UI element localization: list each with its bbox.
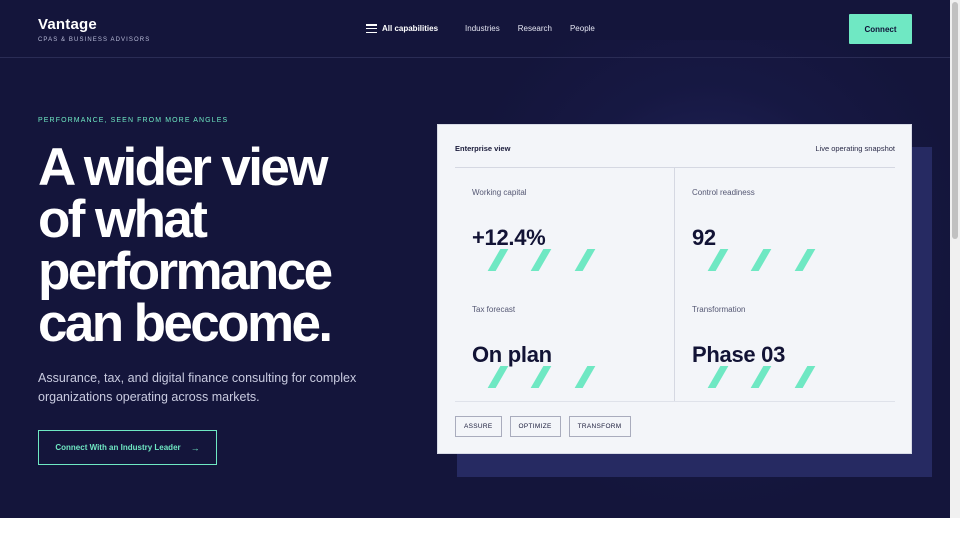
- metric-tax-forecast: Tax forecast On plan: [472, 305, 682, 415]
- chip-assure[interactable]: ASSURE: [455, 416, 502, 437]
- metric-label: Transformation: [692, 305, 746, 314]
- site-header: Vantage CPAS & BUSINESS ADVISORS All cap…: [0, 0, 950, 58]
- capability-chips: ASSURE OPTIMIZE TRANSFORM: [455, 416, 639, 437]
- metric-value: +12.4%: [472, 225, 546, 250]
- brand-name: Vantage: [38, 16, 97, 33]
- metric-label: Tax forecast: [472, 305, 516, 314]
- metric-value: On plan: [472, 342, 552, 367]
- page: Vantage CPAS & BUSINESS ADVISORS All cap…: [0, 0, 950, 518]
- headline-line: can become.: [38, 294, 333, 353]
- chip-optimize[interactable]: OPTIMIZE: [509, 416, 561, 437]
- hero-headline: A wider view of what performance can bec…: [38, 138, 438, 353]
- nav-research[interactable]: Research: [518, 24, 552, 33]
- scrollbar-thumb[interactable]: [952, 2, 958, 239]
- headline-line: A wider view: [38, 138, 328, 197]
- hero-eyebrow: PERFORMANCE, SEEN FROM MORE ANGLES: [38, 117, 229, 124]
- stripe-graphic: [707, 366, 828, 390]
- chip-transform[interactable]: TRANSFORM: [568, 416, 631, 437]
- metric-control-readiness: Control readiness 92: [692, 188, 902, 298]
- metric-working-capital: Working capital +12.4%: [472, 188, 682, 298]
- main-nav: All capabilities Industries Research Peo…: [366, 24, 613, 33]
- menu-icon[interactable]: [366, 24, 377, 33]
- stripe-graphic: [487, 366, 608, 390]
- nav-people[interactable]: People: [570, 24, 595, 33]
- stripe-graphic: [707, 249, 828, 273]
- metric-value: 92: [692, 225, 716, 250]
- panel-header: Enterprise view Live operating snapshot: [455, 144, 895, 168]
- cta-label: Connect With an Industry Leader: [55, 443, 181, 452]
- headline-line: of what: [38, 190, 208, 249]
- enterprise-view-panel: Enterprise view Live operating snapshot …: [437, 124, 912, 454]
- metric-label: Working capital: [472, 188, 527, 197]
- arrow-right-icon: →: [190, 442, 200, 453]
- nav-all-capabilities[interactable]: All capabilities: [382, 24, 438, 33]
- stripe-graphic: [487, 249, 608, 273]
- connect-button[interactable]: Connect: [849, 14, 912, 44]
- nav-industries[interactable]: Industries: [465, 24, 500, 33]
- panel-meta: Live operating snapshot: [815, 144, 895, 153]
- panel-title: Enterprise view: [455, 144, 511, 153]
- metric-transformation: Transformation Phase 03: [692, 305, 902, 415]
- industry-leader-cta-button[interactable]: Connect With an Industry Leader →: [38, 430, 217, 465]
- headline-line: performance: [38, 242, 333, 301]
- hero-subcopy: Assurance, tax, and digital finance cons…: [38, 371, 357, 404]
- metric-label: Control readiness: [692, 188, 755, 197]
- brand-logo[interactable]: Vantage CPAS & BUSINESS ADVISORS: [38, 16, 150, 43]
- brand-tagline: CPAS & BUSINESS ADVISORS: [38, 37, 151, 43]
- metric-value: Phase 03: [692, 342, 786, 367]
